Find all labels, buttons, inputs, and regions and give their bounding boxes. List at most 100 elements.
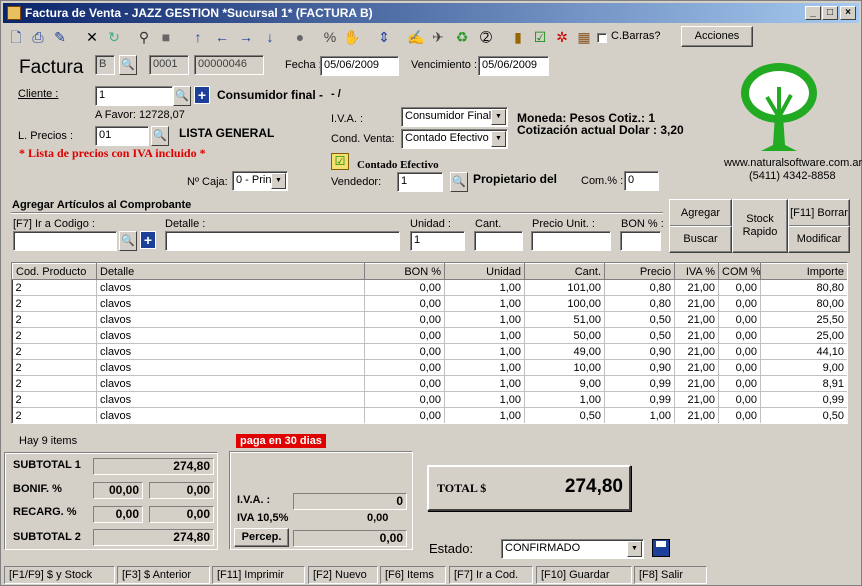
status-f2[interactable]: [F2] Nuevo: [308, 566, 378, 584]
add-product-icon[interactable]: +: [140, 231, 156, 249]
unit-input[interactable]: 1: [410, 231, 465, 251]
refresh-icon[interactable]: ↻: [105, 28, 123, 46]
column-header[interactable]: Cant.: [524, 263, 605, 280]
table-cell: 0,80: [604, 295, 675, 312]
column-header[interactable]: IVA %: [674, 263, 719, 280]
items-table: Cod. Producto Detalle BON % Unidad Cant. Prec…: [12, 263, 847, 423]
discount-pct-field[interactable]: 00,00: [93, 482, 143, 499]
seller-code-field[interactable]: 1: [397, 172, 443, 192]
chevron-down-icon[interactable]: ▼: [491, 109, 506, 125]
column-header[interactable]: Precio: [604, 263, 675, 280]
save-disk-icon[interactable]: [652, 539, 670, 557]
table-row[interactable]: 2 clavos 0,00 1,00 49,00 0,90 21,00 0,00 44,10: [12, 343, 847, 360]
minimize-button[interactable]: _: [805, 6, 821, 20]
items-grid[interactable]: Cod. Producto Detalle BON % Unidad Cant. Prec…: [11, 262, 848, 424]
quick-stock-button[interactable]: Stock Rapido: [732, 199, 788, 253]
client-code-field[interactable]: 1: [95, 86, 173, 106]
arrow-down-icon[interactable]: ↓: [261, 28, 279, 46]
arrow-up-icon[interactable]: ↑: [189, 28, 207, 46]
status-f7[interactable]: [F7] Ir a Cod.: [449, 566, 533, 584]
unit-price-input[interactable]: [531, 231, 611, 251]
percent-icon[interactable]: %: [321, 28, 339, 46]
barcode-checkbox[interactable]: [597, 33, 607, 43]
stop-icon[interactable]: ■: [157, 28, 175, 46]
iva-combo[interactable]: Consumidor Final ▼: [401, 107, 508, 127]
modify-button[interactable]: Modificar: [788, 226, 850, 253]
status-f11[interactable]: [F11] Imprimir: [212, 566, 305, 584]
table-row[interactable]: 2 clavos 0,00 1,00 101,00 0,80 21,00 0,00 80,80: [12, 279, 847, 296]
status-f6[interactable]: [F6] Items: [380, 566, 446, 584]
table-cell: 0,00: [364, 311, 445, 328]
delete-icon[interactable]: ✕: [83, 28, 101, 46]
info-icon[interactable]: ➁: [477, 28, 495, 46]
table-row[interactable]: 2 clavos 0,00 1,00 0,50 1,00 21,00 0,00 0,50: [12, 407, 847, 423]
search-icon[interactable]: ⚲: [135, 28, 153, 46]
status-combo-value: CONFIRMADO: [505, 542, 581, 554]
seller-search-icon[interactable]: 🔍: [450, 172, 468, 192]
cash-register-value: 0 - Prin: [236, 174, 272, 186]
column-header[interactable]: Importe: [760, 263, 847, 280]
table-cell: 51,00: [524, 311, 605, 328]
table-row[interactable]: 2 clavos 0,00 1,00 50,00 0,50 21,00 0,00 25,00: [12, 327, 847, 344]
status-f1[interactable]: [F1/F9] $ y Stock: [4, 566, 115, 584]
new-document-icon[interactable]: 🗋: [7, 28, 25, 46]
status-f3[interactable]: [F3] $ Anterior: [117, 566, 210, 584]
column-header[interactable]: Unidad: [444, 263, 525, 280]
add-button[interactable]: Agregar: [669, 199, 732, 227]
book-icon[interactable]: ▮: [509, 28, 527, 46]
column-header[interactable]: BON %: [364, 263, 445, 280]
status-f8[interactable]: [F8] Salir: [634, 566, 707, 584]
price-list-code-field[interactable]: 01: [95, 126, 149, 146]
status-combo[interactable]: CONFIRMADO ▼: [501, 539, 644, 559]
surcharge-pct-field[interactable]: 0,00: [93, 506, 143, 523]
cash-register-combo[interactable]: 0 - Prin ▼: [232, 171, 288, 191]
table-row[interactable]: 2 clavos 0,00 1,00 100,00 0,80 21,00 0,00 80,00: [12, 295, 847, 312]
column-header[interactable]: COM %: [718, 263, 761, 280]
table-cell: 2: [12, 391, 97, 408]
commission-field[interactable]: 0: [624, 171, 659, 191]
close-button[interactable]: ×: [840, 6, 856, 20]
arrow-left-icon[interactable]: ←: [213, 28, 231, 46]
code-input[interactable]: [13, 231, 117, 251]
cycle-icon[interactable]: ♻: [453, 28, 471, 46]
search-button[interactable]: Buscar: [669, 226, 732, 253]
discount-input[interactable]: [620, 231, 661, 251]
table-row[interactable]: 2 clavos 0,00 1,00 1,00 0,99 21,00 0,00 0,99: [12, 391, 847, 408]
table-row[interactable]: 2 clavos 0,00 1,00 9,00 0,99 21,00 0,00 8,91: [12, 375, 847, 392]
status-f10[interactable]: [F10] Guardar: [536, 566, 632, 584]
actions-button[interactable]: Acciones: [681, 26, 753, 47]
sign-icon[interactable]: ✍: [407, 28, 425, 46]
delete-item-button[interactable]: [F11] Borrar: [788, 199, 850, 227]
print-icon[interactable]: ⎙: [29, 28, 47, 46]
transfer-icon[interactable]: ✈: [429, 28, 447, 46]
due-date-field[interactable]: 05/06/2009: [478, 56, 549, 76]
perception-button[interactable]: Percep.: [234, 528, 289, 547]
arrow-right-icon[interactable]: →: [237, 28, 255, 46]
chevron-down-icon[interactable]: ▼: [271, 173, 286, 189]
checklist-icon[interactable]: ☑: [531, 28, 549, 46]
chevron-down-icon[interactable]: ▼: [491, 131, 506, 147]
client-search-icon[interactable]: 🔍: [173, 86, 191, 106]
letter-lookup-icon[interactable]: 🔍: [119, 55, 137, 75]
grid-header-row: Cod. Producto Detalle BON % Unidad Cant. Prec…: [12, 263, 847, 280]
table-row[interactable]: 2 clavos 0,00 1,00 51,00 0,50 21,00 0,00 25,50: [12, 311, 847, 328]
date-field[interactable]: 05/06/2009: [320, 56, 399, 76]
maximize-button[interactable]: □: [822, 6, 838, 20]
table-row[interactable]: 2 clavos 0,00 1,00 10,00 0,90 21,00 0,00 9,00: [12, 359, 847, 376]
add-client-icon[interactable]: +: [194, 86, 210, 104]
price-list-search-icon[interactable]: 🔍: [151, 126, 169, 146]
record-icon[interactable]: ●: [291, 28, 309, 46]
column-header[interactable]: Detalle: [96, 263, 365, 280]
product-search-icon[interactable]: 🔍: [119, 231, 137, 251]
column-header[interactable]: Cod. Producto: [12, 263, 97, 280]
detail-input[interactable]: [165, 231, 400, 251]
gear-icon[interactable]: ✲: [553, 28, 571, 46]
stock-icon[interactable]: ▦: [575, 28, 593, 46]
hand-icon[interactable]: ✋: [343, 28, 361, 46]
sale-condition-combo[interactable]: Contado Efectivo ▼: [401, 129, 508, 149]
cash-payment-icon[interactable]: ☑: [331, 153, 349, 170]
edit-icon[interactable]: ✎: [51, 28, 69, 46]
quantity-input[interactable]: [474, 231, 523, 251]
expand-vertical-icon[interactable]: ⇕: [375, 28, 393, 46]
chevron-down-icon[interactable]: ▼: [627, 541, 642, 557]
